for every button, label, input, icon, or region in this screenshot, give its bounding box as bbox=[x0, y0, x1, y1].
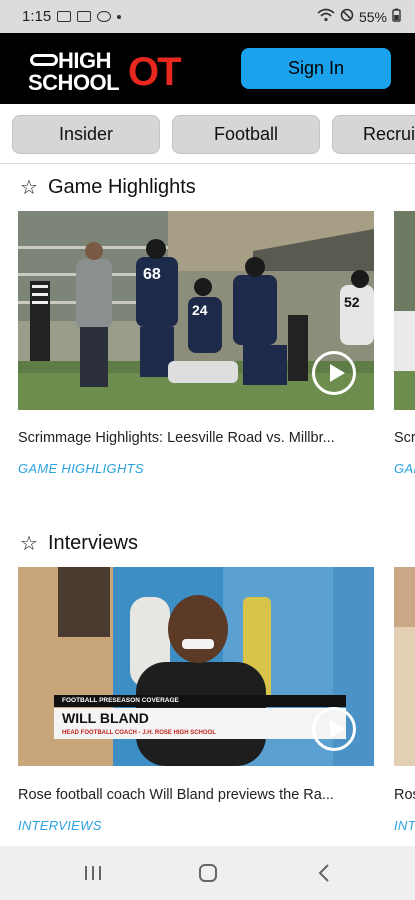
section-heading: Interviews bbox=[47, 532, 138, 554]
video-thumbnail[interactable] bbox=[394, 567, 415, 766]
video-thumbnail[interactable]: FOOTBALL PRESEASON COVERAGE WILL BLAND H… bbox=[18, 567, 374, 766]
gallery-icon bbox=[77, 11, 92, 22]
section-title-game-highlights: ☆ Game Highlights bbox=[20, 176, 196, 199]
video-card[interactable]: Ros INT bbox=[394, 567, 415, 837]
battery-level: 55% bbox=[358, 8, 387, 25]
video-thumbnail-image bbox=[394, 211, 415, 410]
do-not-disturb-icon bbox=[340, 8, 354, 25]
app-header: HIGH SCHOOL OT Sign In bbox=[0, 33, 415, 104]
video-title[interactable]: Ros bbox=[394, 787, 415, 803]
section-title-interviews: ☆ Interviews bbox=[20, 532, 138, 555]
video-category[interactable]: GAI bbox=[394, 461, 415, 476]
video-card[interactable]: FOOTBALL PRESEASON COVERAGE WILL BLAND H… bbox=[18, 567, 374, 837]
jersey-number: 68 bbox=[143, 266, 161, 283]
jersey-number: 52 bbox=[344, 294, 360, 310]
lower-third-subtitle: HEAD FOOTBALL COACH - J.H. ROSE HIGH SCH… bbox=[54, 728, 346, 739]
lower-third-label: FOOTBALL PRESEASON COVERAGE bbox=[54, 695, 346, 707]
category-tabs: Insider Football Recrui bbox=[0, 104, 415, 164]
status-time: 1:15 bbox=[22, 8, 52, 25]
jersey-number: 24 bbox=[192, 302, 208, 318]
video-card[interactable]: 68 24 52 Scrimmage Highlights: Leesville… bbox=[18, 211, 374, 481]
home-icon[interactable] bbox=[195, 860, 221, 886]
video-thumbnail[interactable] bbox=[394, 211, 415, 410]
message-icon bbox=[57, 11, 72, 22]
highschool-ot-logo[interactable]: HIGH SCHOOL OT bbox=[20, 42, 190, 96]
section-heading: Game Highlights bbox=[47, 176, 196, 198]
video-card[interactable]: Scr GAI bbox=[394, 211, 415, 481]
logo-ot-text: OT bbox=[128, 49, 182, 94]
system-navigation-bar bbox=[0, 846, 415, 900]
play-icon[interactable] bbox=[312, 707, 356, 751]
recent-apps-icon[interactable] bbox=[80, 860, 106, 886]
logo-swoosh-icon bbox=[30, 53, 58, 66]
video-title[interactable]: Rose football coach Will Bland previews … bbox=[18, 787, 374, 803]
back-icon[interactable] bbox=[311, 860, 337, 886]
tab-recruiting[interactable]: Recrui bbox=[332, 115, 415, 154]
tab-insider[interactable]: Insider bbox=[12, 115, 160, 154]
video-title[interactable]: Scr bbox=[394, 430, 415, 446]
wifi-icon bbox=[317, 8, 335, 25]
lower-third-name: WILL BLAND bbox=[54, 708, 346, 728]
logo-school-text: SCHOOL bbox=[28, 69, 120, 95]
video-category[interactable]: INT bbox=[394, 818, 415, 833]
battery-icon bbox=[392, 8, 401, 25]
sign-in-button[interactable]: Sign In bbox=[241, 48, 391, 89]
video-category[interactable]: INTERVIEWS bbox=[18, 818, 374, 833]
more-notifications-icon bbox=[117, 14, 122, 19]
star-icon[interactable]: ☆ bbox=[20, 534, 38, 554]
tab-football[interactable]: Football bbox=[172, 115, 320, 154]
play-icon[interactable] bbox=[312, 351, 356, 395]
video-thumbnail[interactable]: 68 24 52 bbox=[18, 211, 374, 410]
star-icon[interactable]: ☆ bbox=[20, 178, 38, 198]
video-title[interactable]: Scrimmage Highlights: Leesville Road vs.… bbox=[18, 430, 374, 446]
video-category[interactable]: GAME HIGHLIGHTS bbox=[18, 461, 374, 476]
status-bar: 1:15 55% bbox=[0, 0, 415, 33]
video-thumbnail-image bbox=[394, 567, 415, 766]
app-notification-icon bbox=[97, 11, 112, 22]
